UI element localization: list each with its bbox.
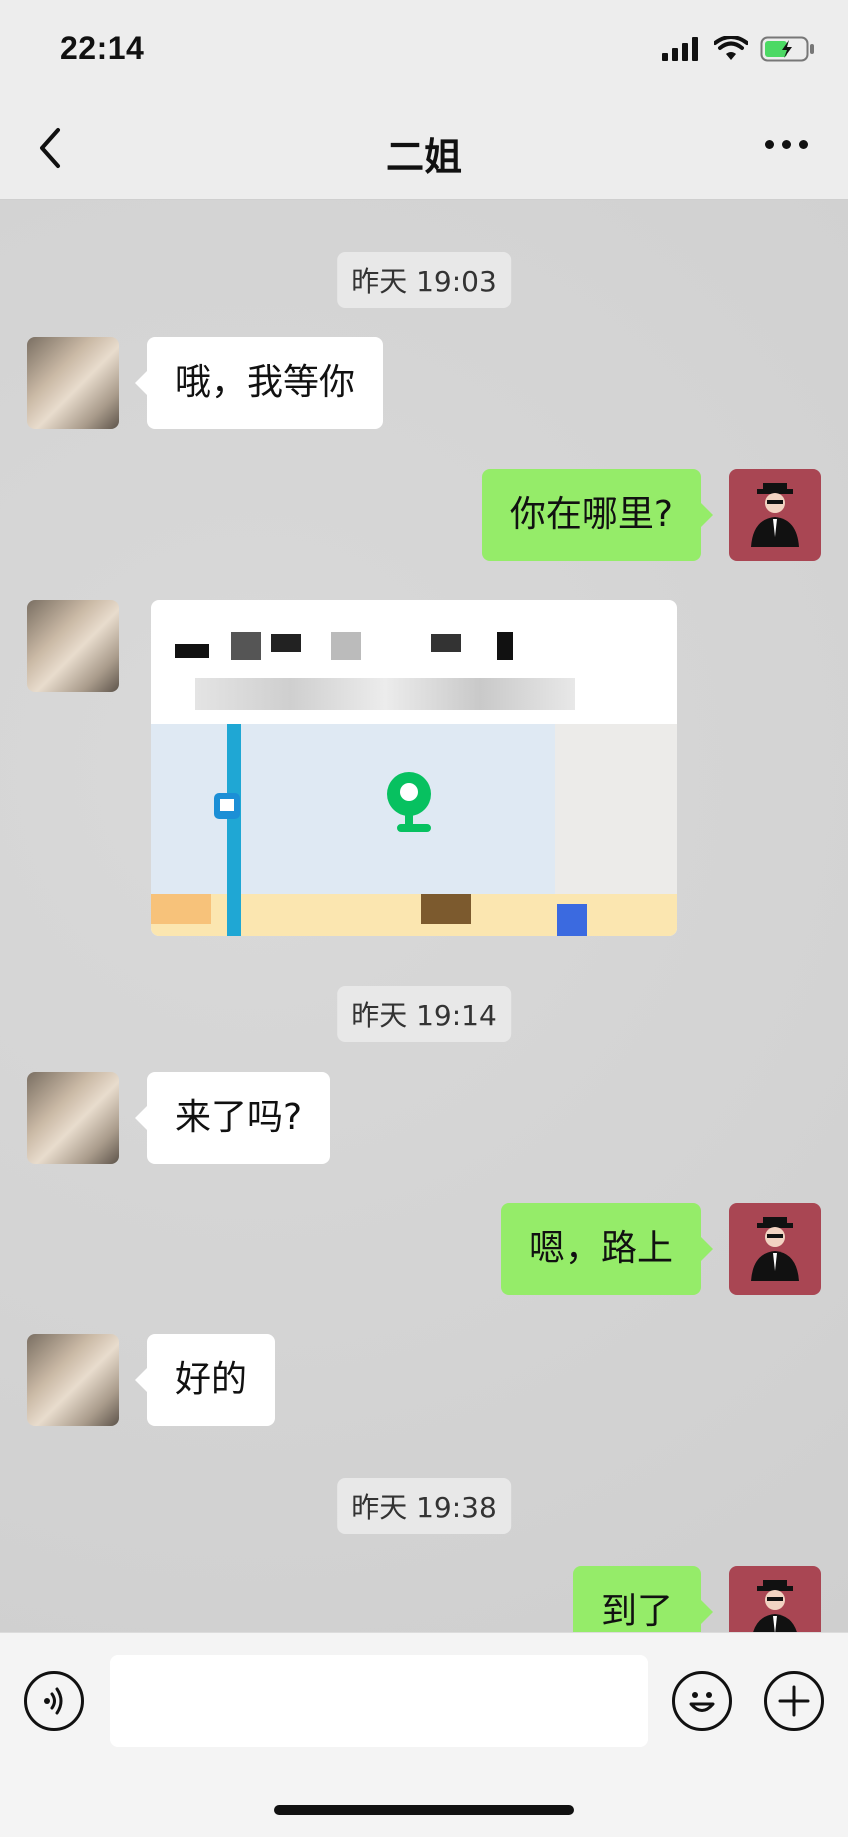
message-outgoing[interactable]: 到了 (572, 1566, 714, 1632)
message-outgoing[interactable]: 你在哪里? (481, 469, 714, 561)
timestamp: 昨天 19:14 (337, 986, 511, 1042)
emoji-icon[interactable] (672, 1671, 732, 1731)
plus-icon[interactable] (764, 1671, 824, 1731)
battery-icon (760, 36, 814, 62)
avatar-contact[interactable] (27, 1334, 119, 1426)
avatar-contact[interactable] (27, 337, 119, 429)
avatar-contact[interactable] (27, 600, 119, 692)
bus-stop-icon (214, 793, 240, 819)
avatar-figure-icon (751, 1217, 799, 1281)
status-icons (662, 36, 816, 62)
avatar-self[interactable] (729, 1566, 821, 1632)
status-time: 22:14 (60, 30, 145, 66)
avatar-figure-icon (753, 1580, 797, 1632)
message-incoming[interactable]: 哦，我等你 (134, 337, 384, 429)
signal-icon (662, 37, 698, 61)
timestamp: 昨天 19:38 (337, 1478, 511, 1534)
more-dots-icon[interactable] (765, 140, 808, 149)
location-card[interactable] (151, 600, 677, 936)
wifi-icon (714, 36, 748, 60)
avatar-self[interactable] (729, 1203, 821, 1295)
message-incoming[interactable]: 好的 (134, 1334, 276, 1426)
chat-area[interactable]: 昨天 19:03 哦，我等你 你在哪里? 昨天 19:14 来了吗? 嗯，路上 … (0, 200, 848, 1632)
avatar-self[interactable] (729, 469, 821, 561)
avatar-figure-icon (751, 483, 799, 547)
top-bar: 22:14 二姐 (0, 0, 848, 200)
input-bar (0, 1632, 848, 1837)
home-indicator[interactable] (274, 1805, 574, 1815)
message-incoming[interactable]: 来了吗? (134, 1072, 331, 1164)
chat-title: 二姐 (385, 135, 462, 179)
avatar-contact[interactable] (27, 1072, 119, 1164)
timestamp: 昨天 19:03 (337, 252, 511, 308)
map-pin-icon (387, 772, 431, 832)
message-input[interactable] (110, 1655, 648, 1747)
location-map[interactable] (151, 724, 677, 936)
message-outgoing[interactable]: 嗯，路上 (500, 1203, 714, 1295)
voice-icon[interactable] (24, 1671, 84, 1731)
